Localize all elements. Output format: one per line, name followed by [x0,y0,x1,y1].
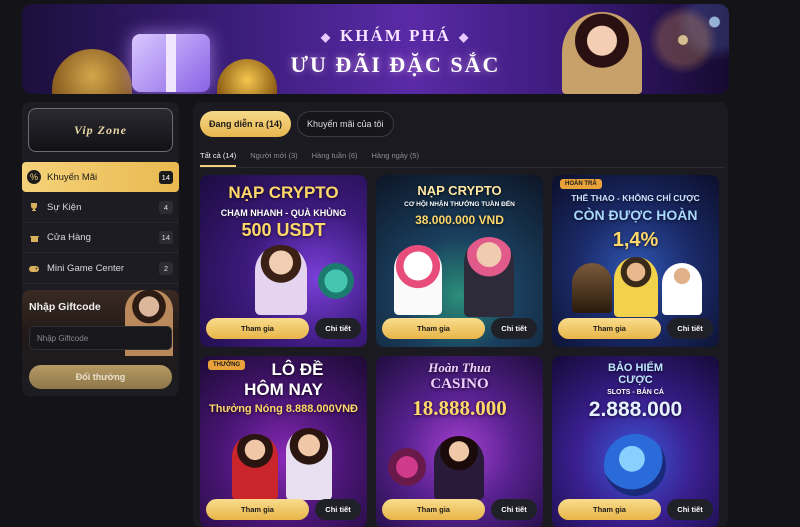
count-badge: 14 [158,170,173,184]
promo-subline: CƠ HỘI NHẬN THƯỞNG TUẦN ĐẾN [404,201,515,208]
status-tabs: Đang diễn ra (14) Khuyến mãi của tôi [200,111,394,137]
player-card-image [614,257,658,317]
giftcode-panel: Nhập Giftcode Đổi thưởng [22,290,179,396]
tether-coin-icon [318,263,354,299]
model-image [434,436,484,500]
count-badge: 4 [159,200,173,214]
join-button[interactable]: Tham gia [206,499,309,520]
giftcode-input[interactable] [29,326,172,350]
tab-khuyen-mai-cua-toi[interactable]: Khuyến mãi của tôi [297,111,394,137]
sidebar-item-su-kien[interactable]: Sự Kiện 4 [22,193,179,223]
giftcode-title: Nhập Giftcode [29,301,101,313]
model-image [232,434,278,500]
promo-amount: Thưởng Nóng 8.888.000VNĐ [208,403,359,415]
join-button[interactable]: Tham gia [382,499,485,520]
category-tabs: Tất cả (14) Người mới (3) Hàng tuần (6) … [200,146,725,168]
promo-card[interactable]: BẢO HIỂM CƯỢC SLOTS - BẮN CÁ 2.888.000 T… [552,356,719,527]
sidebar-item-label: Sự Kiện [47,201,82,213]
jockey-image [572,263,612,313]
join-button[interactable]: Tham gia [382,318,485,339]
tab-dang-dien-ra[interactable]: Đang diễn ra (14) [200,111,292,137]
detail-button[interactable]: Chi tiết [491,318,537,339]
sidebar-item-label: Cửa Hàng [47,232,91,244]
tab-tat-ca[interactable]: Tất cả (14) [200,146,237,167]
trophy-icon [27,200,41,214]
promo-actions: Tham gia Chi tiết [382,318,537,339]
promo-subline: CÒN ĐƯỢC HOÀN [573,207,698,223]
sidebar-item-mini-game[interactable]: Mini Game Center 2 [22,254,179,284]
promo-amount: 18.888.000 [412,396,507,420]
shop-icon [27,231,41,245]
promo-actions: Tham gia Chi tiết [206,499,361,520]
athlete-image [662,263,702,315]
promo-card[interactable]: Hoàn Thua CASINO 18.888.000 Tham gia Chi… [376,356,543,527]
fireworks-image [647,4,729,94]
join-button[interactable]: Tham gia [558,499,661,520]
promo-amount: 500 USDT [241,220,326,240]
casino-chip-icon [388,448,426,486]
promo-card[interactable]: NẠP CRYPTO CHẠM NHANH - QUÀ KHỦNG 500 US… [200,175,367,347]
detail-button[interactable]: Chi tiết [315,318,361,339]
promo-headline: Hoàn Thua [428,360,491,375]
tab-hang-tuan[interactable]: Hàng tuần (6) [312,146,358,167]
vip-zone-button[interactable]: Vip Zone [28,108,173,152]
promo-amount: 2.888.000 [588,398,683,421]
promo-headline: BẢO HIỂM CƯỢC [608,362,663,386]
detail-button[interactable]: Chi tiết [667,318,713,339]
count-badge: 14 [158,231,173,245]
sidebar-item-label: Mini Game Center [47,262,125,274]
rabbit-mascot-image [394,245,442,315]
promo-headline: NẠP CRYPTO [228,183,339,202]
promo-card[interactable]: THƯỞNG LÔ ĐỀ HÔM NAY Thưởng Nóng 8.888.0… [200,356,367,527]
promo-grid: NẠP CRYPTO CHẠM NHANH - QUÀ KHỦNG 500 US… [200,175,720,527]
join-button[interactable]: Tham gia [206,318,309,339]
promo-actions: Tham gia Chi tiết [558,499,713,520]
promo-amount: 38.000.000 VND [415,213,504,227]
detail-button[interactable]: Chi tiết [667,499,713,520]
promo-headline: THỂ THAO - KHÔNG CHỈ CƯỢC [571,193,700,203]
promo-headline: NẠP CRYPTO [417,183,502,198]
promo-actions: Tham gia Chi tiết [382,499,537,520]
promo-actions: Tham gia Chi tiết [206,318,361,339]
model-image-2 [286,428,332,500]
tab-nguoi-moi[interactable]: Người mới (3) [250,146,297,167]
detail-button[interactable]: Chi tiết [491,499,537,520]
promo-amount: 1,4% [612,229,659,251]
promo-card[interactable]: NẠP CRYPTO CƠ HỘI NHẬN THƯỞNG TUẦN ĐẾN 3… [376,175,543,347]
promo-subline: HÔM NAY [244,380,323,399]
promo-actions: Tham gia Chi tiết [558,318,713,339]
model-image [464,237,514,317]
sidebar-item-khuyen-mai[interactable]: % Khuyến Mãi 14 [22,162,179,192]
join-button[interactable]: Tham gia [558,318,661,339]
promo-card[interactable]: HOÀN TRẢ THỂ THAO - KHÔNG CHỈ CƯỢC CÒN Đ… [552,175,719,347]
promo-subline: CASINO [430,376,489,392]
promo-subline: CHẠM NHANH - QUÀ KHỦNG [220,208,347,218]
sidebar-item-label: Khuyến Mãi [47,171,98,183]
tab-hang-ngay[interactable]: Hàng ngày (5) [372,146,420,167]
promo-banner[interactable]: ◆ KHÁM PHÁ ◆ ƯU ĐÃI ĐẶC SẮC [22,4,729,94]
promo-tag: HOÀN TRẢ [560,179,602,189]
percent-icon: % [27,170,41,184]
detail-button[interactable]: Chi tiết [315,499,361,520]
model-image [255,245,307,315]
sidebar-item-cua-hang[interactable]: Cửa Hàng 14 [22,223,179,254]
sidebar-menu: % Khuyến Mãi 14 Sự Kiện 4 Cửa Hàng 14 Mi… [22,162,179,284]
gamepad-icon [27,261,41,275]
promo-subline: SLOTS - BẮN CÁ [607,389,664,396]
promotions-panel: Đang diễn ra (14) Khuyến mãi của tôi Tất… [193,102,728,527]
count-badge: 2 [159,261,173,275]
shark-mascot-image [604,434,666,496]
redeem-button[interactable]: Đổi thưởng [29,365,172,389]
promo-headline: LÔ ĐỀ [271,360,324,379]
banner-model-image [562,12,642,94]
